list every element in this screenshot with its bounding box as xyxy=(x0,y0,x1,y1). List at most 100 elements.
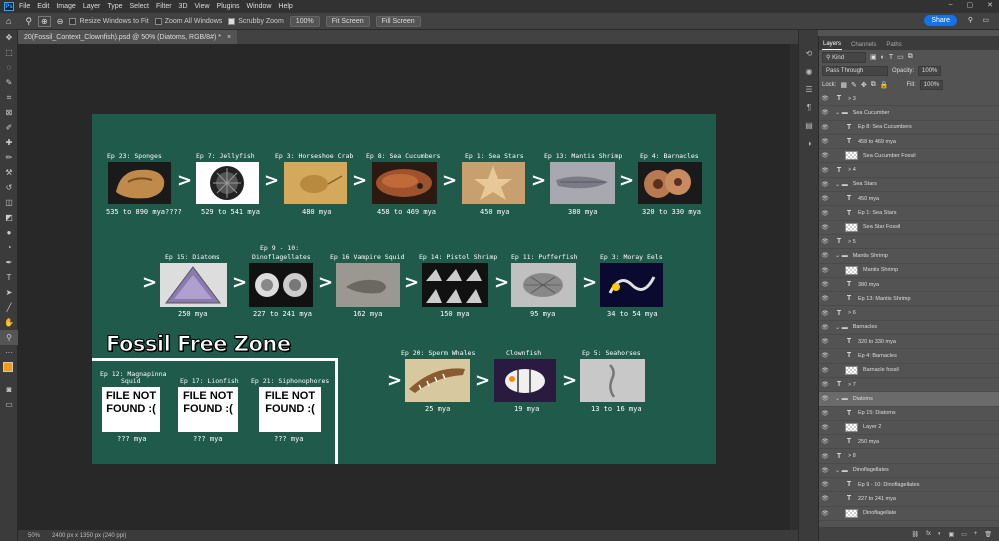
healing-brush-icon[interactable]: ✚ xyxy=(0,135,18,150)
visibility-eye-icon[interactable]: 👁 xyxy=(819,324,831,331)
blur-tool-icon[interactable]: ● xyxy=(0,225,18,240)
layer-row[interactable]: 👁 T > 8 xyxy=(819,449,999,464)
eyedropper-icon[interactable]: ✐ xyxy=(0,120,18,135)
layer-row[interactable]: 👁 T Ep 8: Sea Cucumbers xyxy=(819,121,999,135)
layer-row[interactable]: 👁 T > 4 xyxy=(819,163,999,178)
delete-layer-icon[interactable]: 🗑 xyxy=(984,531,992,538)
tab-close-icon[interactable]: × xyxy=(227,34,231,41)
adjustments-icon[interactable]: ◑ xyxy=(799,134,819,152)
visibility-eye-icon[interactable]: 👁 xyxy=(819,210,831,217)
dodge-tool-icon[interactable]: ◔ xyxy=(0,240,18,255)
visibility-eye-icon[interactable]: 👁 xyxy=(819,195,831,202)
visibility-eye-icon[interactable]: 👁 xyxy=(819,495,831,502)
layer-group-row[interactable]: 👁 ⌄ ▬ Mantis Shrimp xyxy=(819,249,999,264)
menu-view[interactable]: View xyxy=(195,3,210,10)
move-tool-icon[interactable]: ✥ xyxy=(0,30,18,45)
layer-row[interactable]: 👁 Barnacle fossil xyxy=(819,364,999,378)
filter-type-icon[interactable]: T xyxy=(889,54,893,61)
layer-row[interactable]: 👁 T Ep 15: Diatoms xyxy=(819,407,999,421)
history-brush-icon[interactable]: ↺ xyxy=(0,180,18,195)
visibility-eye-icon[interactable]: 👁 xyxy=(819,510,831,517)
layer-row[interactable]: 👁 Mantis Shrimp xyxy=(819,264,999,278)
layer-group-row[interactable]: 👁 ⌄ ▬ Dinoflagellates xyxy=(819,464,999,479)
menu-filter[interactable]: Filter xyxy=(156,3,172,10)
menu-type[interactable]: Type xyxy=(107,3,122,10)
menu-plugins[interactable]: Plugins xyxy=(217,3,240,10)
visibility-eye-icon[interactable]: 👁 xyxy=(819,252,831,259)
layer-row[interactable]: 👁 T Ep 1: Sea Stars xyxy=(819,206,999,221)
layer-row[interactable]: 👁 Sea Cucumber Fossil xyxy=(819,149,999,164)
visibility-eye-icon[interactable]: 👁 xyxy=(819,95,831,102)
folder-icon[interactable]: ⌄ ▬ xyxy=(835,181,848,188)
visibility-eye-icon[interactable]: 👁 xyxy=(819,224,831,231)
visibility-eye-icon[interactable]: 👁 xyxy=(819,367,831,374)
path-select-icon[interactable]: ➤ xyxy=(0,285,18,300)
tab-channels[interactable]: Channels xyxy=(850,40,877,50)
visibility-eye-icon[interactable]: 👁 xyxy=(819,138,831,145)
layer-group-row[interactable]: 👁 ⌄ ▬ Barnacles xyxy=(819,321,999,336)
color-swatches[interactable] xyxy=(0,360,17,382)
menu-window[interactable]: Window xyxy=(247,3,272,10)
menu-file[interactable]: File xyxy=(19,3,30,10)
visibility-eye-icon[interactable]: 👁 xyxy=(819,438,831,445)
tab-layers[interactable]: Layers xyxy=(822,39,843,50)
filter-shape-icon[interactable]: ▭ xyxy=(897,53,904,61)
folder-icon[interactable]: ⌄ ▬ xyxy=(835,324,848,331)
lock-pixels-icon[interactable]: ▦ xyxy=(840,81,847,89)
clone-stamp-icon[interactable]: ⚒ xyxy=(0,165,18,180)
type-tool-icon[interactable]: T xyxy=(0,270,18,285)
vertical-scrollbar[interactable] xyxy=(790,44,798,530)
folder-icon[interactable]: ⌄ ▬ xyxy=(835,395,848,402)
tab-paths[interactable]: Paths xyxy=(885,40,902,50)
zoom-out-icon[interactable]: ⊖ xyxy=(57,17,64,26)
hand-tool-icon[interactable]: ✋ xyxy=(0,315,18,330)
visibility-eye-icon[interactable]: 👁 xyxy=(819,152,831,159)
fx-icon[interactable]: fx xyxy=(926,531,931,537)
new-adjustment-icon[interactable]: ▣ xyxy=(949,531,955,538)
layer-row[interactable]: 👁 T > 7 xyxy=(819,378,999,393)
document-tab[interactable]: 20(Fossil_Context_Clownfish).psd @ 50% (… xyxy=(18,30,238,44)
zoom-100-button[interactable]: 100% xyxy=(289,15,320,27)
crop-tool-icon[interactable]: ⌗ xyxy=(0,90,18,105)
layer-row[interactable]: 👁 T > 6 xyxy=(819,306,999,321)
shape-tool-icon[interactable]: ╱ xyxy=(0,300,18,315)
visibility-eye-icon[interactable]: 👁 xyxy=(819,124,831,131)
libraries-icon[interactable]: ▤ xyxy=(799,116,819,134)
visibility-eye-icon[interactable]: 👁 xyxy=(819,310,831,317)
layer-row[interactable]: 👁 T 250 mya xyxy=(819,435,999,450)
more-tools-icon[interactable]: ··· xyxy=(0,345,18,360)
pen-tool-icon[interactable]: ✒ xyxy=(0,255,18,270)
maximize-icon[interactable]: ▢ xyxy=(967,1,974,9)
visibility-eye-icon[interactable]: 👁 xyxy=(819,395,831,402)
filter-adjust-icon[interactable]: ◐ xyxy=(881,54,885,61)
new-layer-icon[interactable]: + xyxy=(974,531,978,537)
marquee-tool-icon[interactable]: ⬚ xyxy=(0,45,18,60)
fill-screen-button[interactable]: Fill Screen xyxy=(375,15,421,27)
menu-select[interactable]: Select xyxy=(130,3,149,10)
visibility-eye-icon[interactable]: 👁 xyxy=(819,109,831,116)
frame-tool-icon[interactable]: ⊠ xyxy=(0,105,18,120)
zoom-all-checkbox[interactable]: Zoom All Windows xyxy=(154,17,222,25)
folder-icon[interactable]: ⌄ ▬ xyxy=(835,109,848,116)
layer-row[interactable]: 👁 T 227 to 241 mya xyxy=(819,492,999,507)
lock-paint-icon[interactable]: ✎ xyxy=(851,81,857,89)
layer-row[interactable]: 👁 T Ep 13: Mantis Shrimp xyxy=(819,292,999,307)
layer-row[interactable]: 👁 T Ep 4: Barnacles xyxy=(819,349,999,364)
link-icon[interactable]: ⛓ xyxy=(912,531,920,538)
document-canvas[interactable]: Ep 23: Sponges Ep 7: Jellyfish Ep 3: Hor… xyxy=(92,114,716,464)
quick-mask-icon[interactable]: ◙ xyxy=(0,382,18,397)
fill-input[interactable]: 100% xyxy=(919,80,944,90)
layer-row[interactable]: 👁 T > 3 xyxy=(819,92,999,107)
paragraph-icon[interactable]: ¶ xyxy=(799,98,819,116)
visibility-eye-icon[interactable]: 👁 xyxy=(819,238,831,245)
layer-row[interactable]: 👁 T 458 to 469 mya xyxy=(819,135,999,150)
filter-smart-icon[interactable]: ⧉ xyxy=(908,53,913,61)
opacity-input[interactable]: 100% xyxy=(918,66,942,76)
lock-artboard-icon[interactable]: ⧉ xyxy=(871,81,876,89)
layer-group-row[interactable]: 👁 ⌄ ▬ Diatoms xyxy=(819,392,999,407)
layer-row[interactable]: 👁 Sea Star Fossil xyxy=(819,221,999,235)
minimize-icon[interactable]: – xyxy=(949,1,953,9)
visibility-eye-icon[interactable]: 👁 xyxy=(819,295,831,302)
visibility-eye-icon[interactable]: 👁 xyxy=(819,352,831,359)
layer-row[interactable]: 👁 T > 5 xyxy=(819,235,999,250)
